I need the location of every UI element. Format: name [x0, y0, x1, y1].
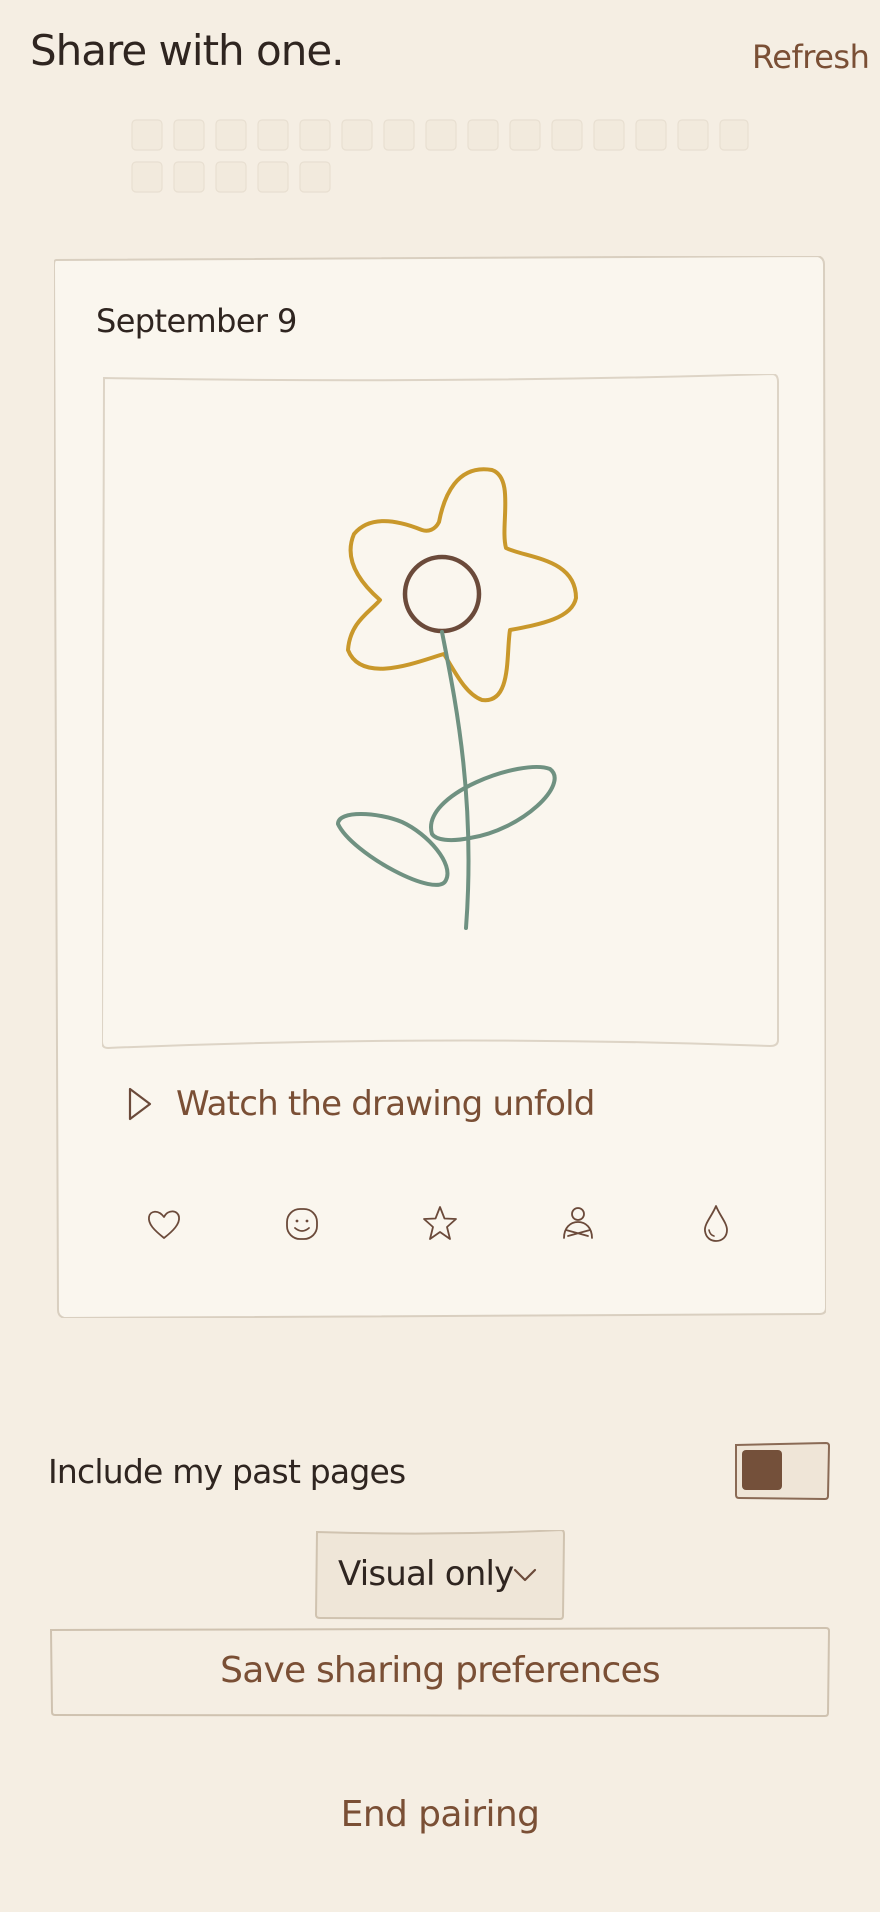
play-icon [128, 1087, 152, 1121]
refresh-button[interactable]: Refresh [752, 38, 870, 76]
star-icon[interactable] [416, 1200, 464, 1248]
end-pairing-button[interactable]: End pairing [0, 1794, 880, 1835]
include-past-pages-toggle[interactable] [734, 1442, 830, 1500]
include-past-pages-label: Include my past pages [48, 1452, 406, 1491]
page-title: Share with one. [30, 26, 345, 75]
reaction-bar [140, 1200, 740, 1248]
toggle-knob [742, 1450, 782, 1490]
smiley-icon[interactable] [278, 1200, 326, 1248]
drawing-canvas [102, 374, 779, 1050]
page-stamps-grid [131, 119, 749, 193]
card-date: September 9 [96, 302, 297, 340]
watch-replay-label: Watch the drawing unfold [176, 1084, 595, 1124]
teardrop-icon[interactable] [692, 1200, 740, 1248]
save-preferences-label: Save sharing preferences [220, 1650, 660, 1691]
visibility-select-value: Visual only [338, 1554, 514, 1594]
hug-icon[interactable] [554, 1200, 602, 1248]
watch-replay-button[interactable]: Watch the drawing unfold [126, 1082, 595, 1126]
heart-icon[interactable] [140, 1200, 188, 1248]
